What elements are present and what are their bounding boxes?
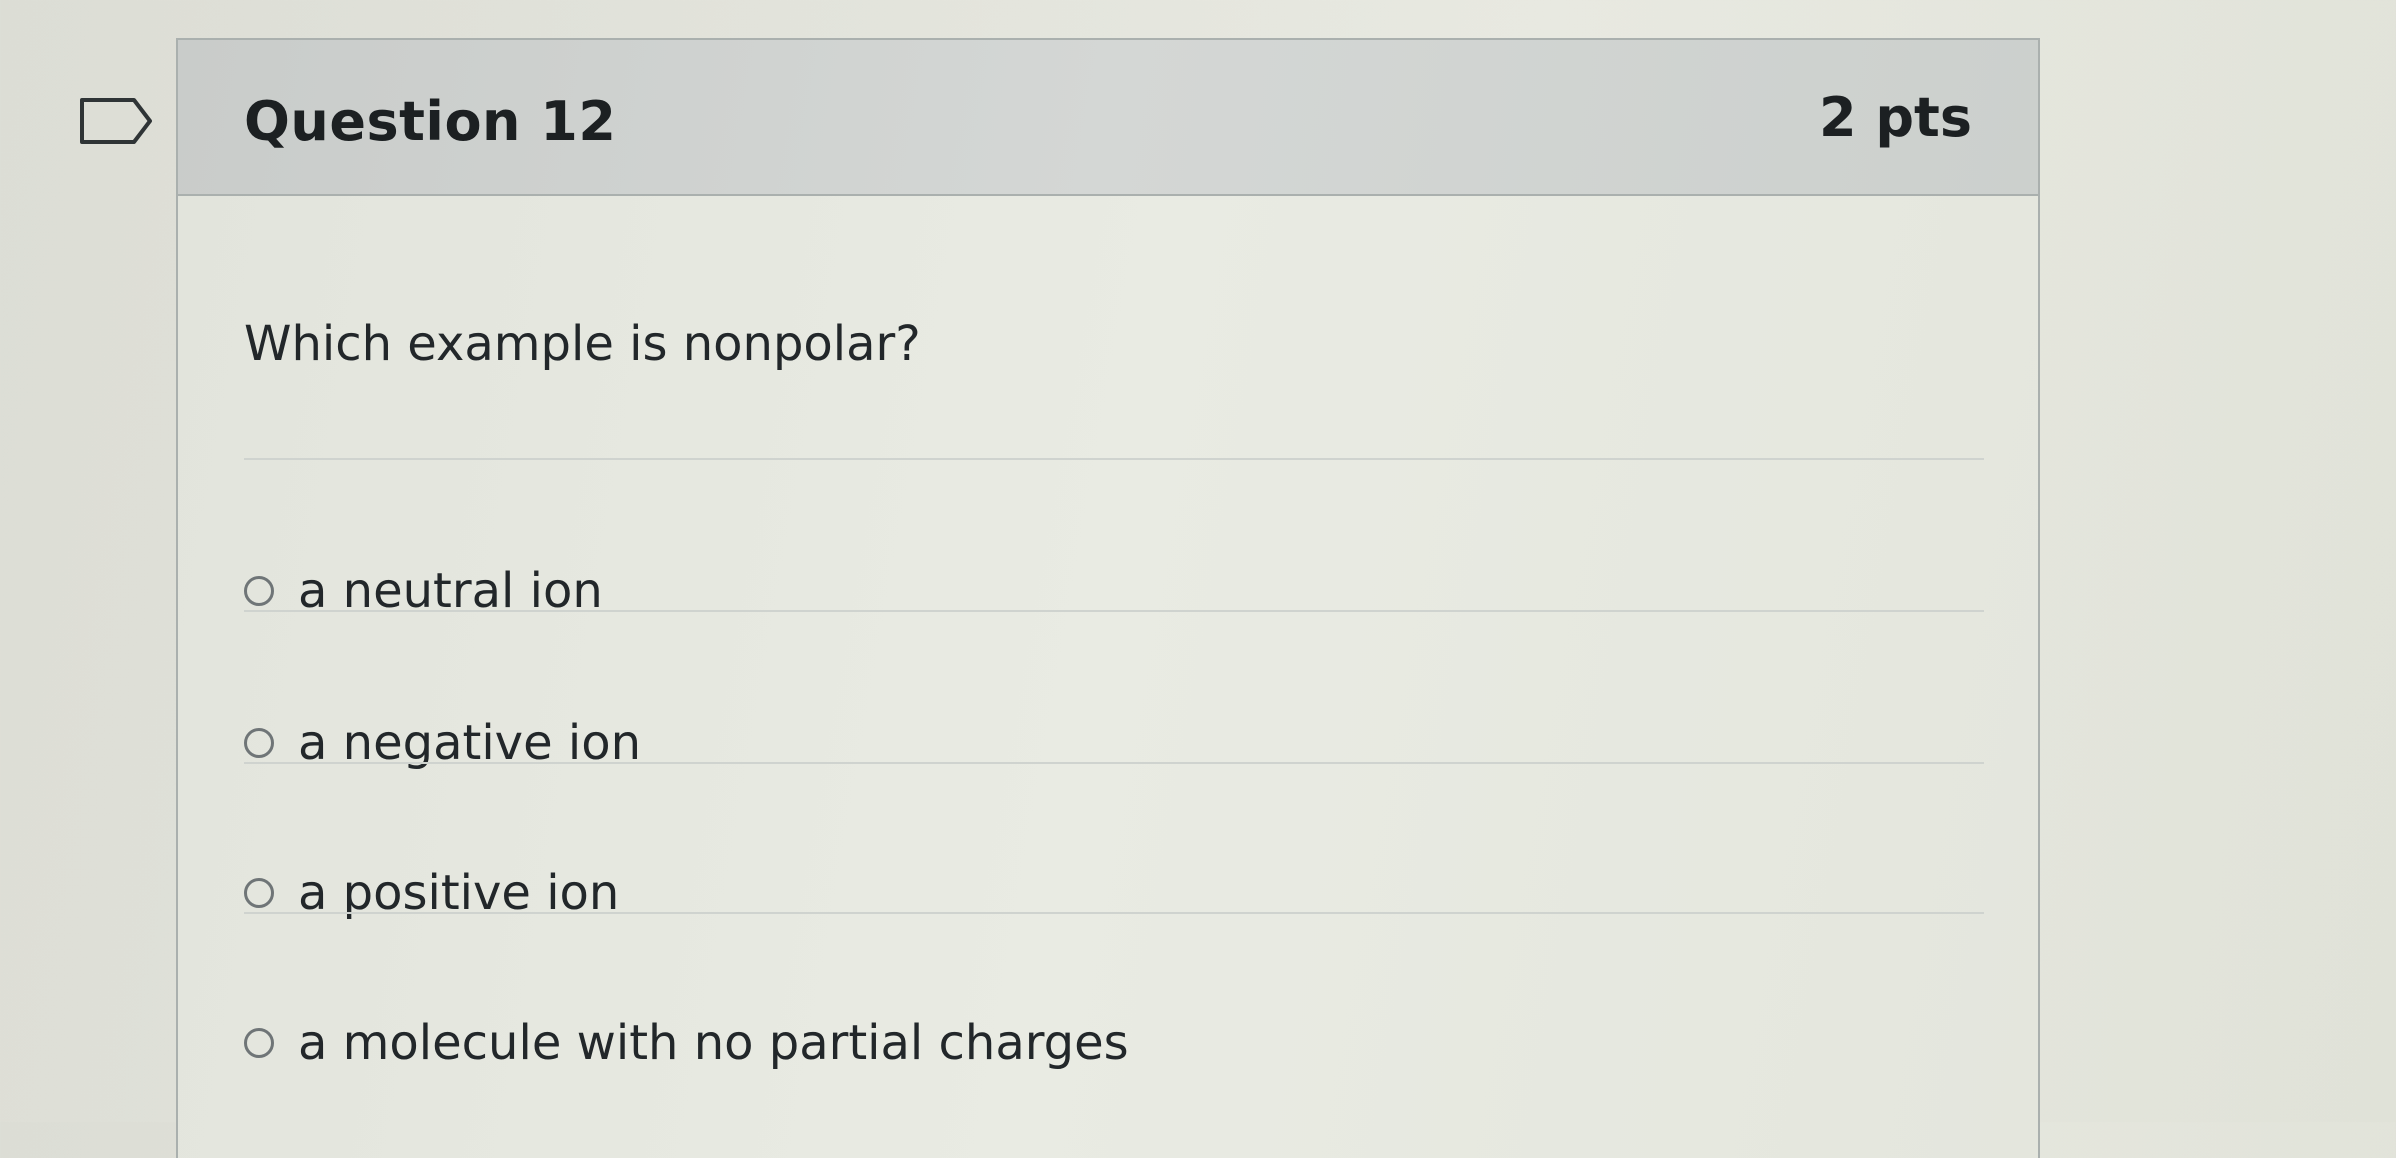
question-points: 2 pts — [1819, 86, 1972, 149]
answer-radio[interactable] — [244, 576, 274, 606]
answer-option-3[interactable]: a positive ion — [244, 858, 619, 928]
answer-divider — [244, 762, 1984, 764]
answer-option-2[interactable]: a negative ion — [244, 708, 641, 778]
answer-divider — [244, 912, 1984, 914]
answer-radio[interactable] — [244, 1028, 274, 1058]
answer-radio[interactable] — [244, 728, 274, 758]
answer-option-1[interactable]: a neutral ion — [244, 556, 603, 626]
question-prompt: Which example is nonpolar? — [244, 316, 921, 372]
answer-divider — [244, 610, 1984, 612]
answer-label: a molecule with no partial charges — [298, 1015, 1129, 1071]
question-card: Question 12 2 pts Which example is nonpo… — [176, 38, 2040, 1158]
question-title: Question 12 — [244, 90, 617, 153]
answer-radio[interactable] — [244, 878, 274, 908]
answer-option-4[interactable]: a molecule with no partial charges — [244, 1008, 1129, 1078]
answers-divider — [244, 458, 1984, 460]
question-header: Question 12 2 pts — [178, 40, 2038, 196]
flag-question-icon[interactable] — [78, 96, 156, 146]
